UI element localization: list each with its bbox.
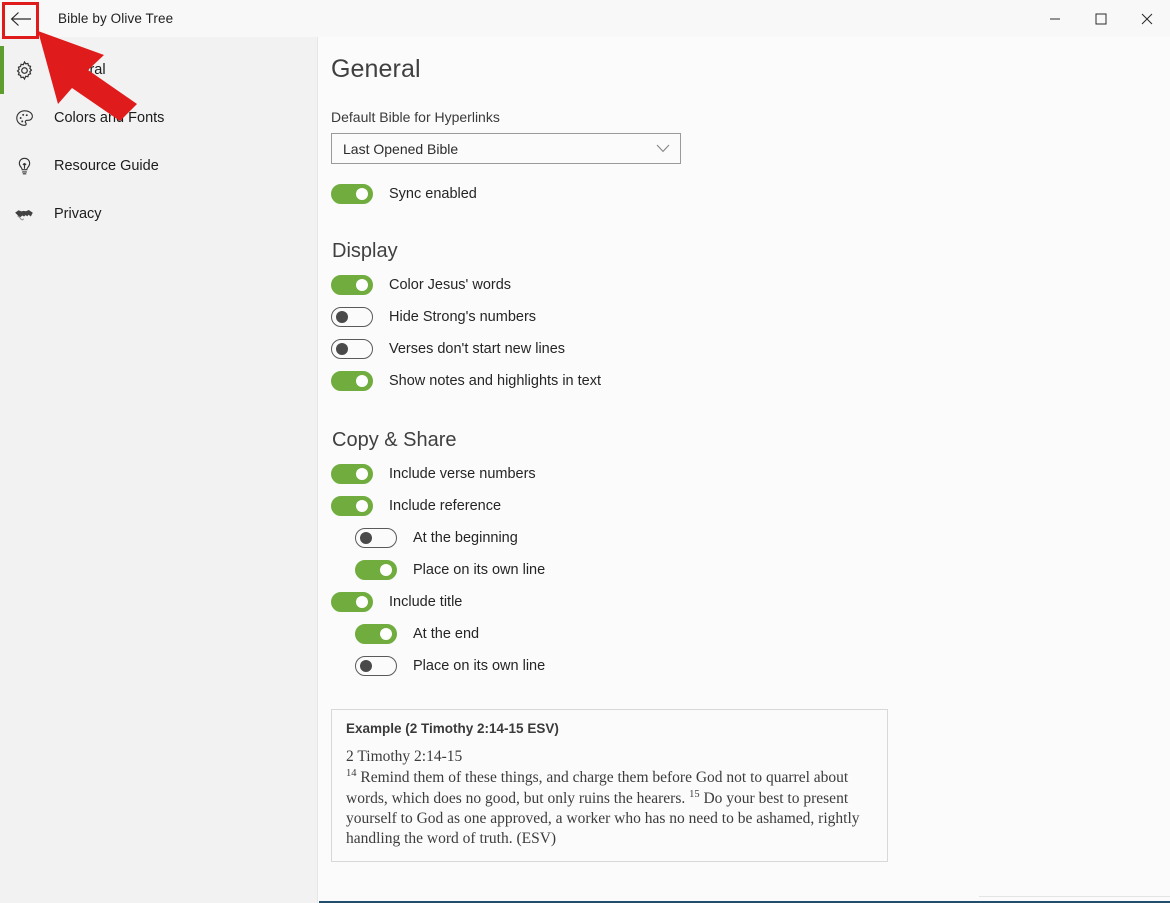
window-controls [1032, 0, 1170, 37]
toggle-row-include-title[interactable]: Include title [331, 586, 1170, 618]
reference-place-on-its-own-line-toggle[interactable] [355, 560, 397, 580]
gear-icon [8, 54, 40, 86]
toggle-row-color-jesus-words[interactable]: Color Jesus' words [331, 269, 1170, 301]
toggle-row-verses-dont-start-new-lines[interactable]: Verses don't start new lines [331, 333, 1170, 365]
sidebar-item-privacy[interactable]: Privacy [0, 190, 317, 238]
toggle-label: Place on its own line [413, 658, 546, 674]
scrollbar-thumb[interactable] [319, 896, 979, 901]
sidebar-item-label: Resource Guide [54, 158, 159, 174]
toggle-label: Show notes and highlights in text [389, 373, 601, 389]
verse-number: 14 [346, 767, 357, 779]
default-bible-select[interactable]: Last Opened Bible [331, 133, 681, 164]
selection-indicator [0, 46, 4, 94]
sidebar-item-resource-guide[interactable]: Resource Guide [0, 142, 317, 190]
chevron-down-icon [656, 144, 670, 153]
example-reference: 2 Timothy 2:14-15 [346, 748, 463, 765]
sidebar-item-label: General [54, 62, 106, 78]
title-bar: Bible by Olive Tree [0, 0, 1170, 37]
handshake-icon [8, 198, 40, 230]
toggle-row-reference-at-the-beginning[interactable]: At the beginning [331, 522, 1170, 554]
sidebar-item-label: Colors and Fonts [54, 110, 165, 126]
sidebar: General Colors and Fonts Resource Guide … [0, 37, 318, 903]
toggle-label: Color Jesus' words [389, 277, 512, 293]
toggle-label: Place on its own line [413, 562, 546, 578]
palette-icon [8, 102, 40, 134]
include-reference-toggle[interactable] [331, 496, 373, 516]
sync-enabled-toggle[interactable] [331, 184, 373, 204]
toggle-label: Include title [389, 594, 463, 610]
toggle-label: At the end [413, 626, 480, 642]
lightbulb-icon [8, 150, 40, 182]
show-notes-and-highlights-toggle[interactable] [331, 371, 373, 391]
page-title: General [331, 55, 421, 83]
toggle-row-title-at-the-end[interactable]: At the end [331, 618, 1170, 650]
sync-enabled-row[interactable]: Sync enabled [331, 178, 1170, 210]
example-verses: 14 Remind them of these things, and char… [346, 767, 873, 849]
settings-panel: General Default Bible for Hyperlinks Las… [319, 37, 1170, 903]
title-place-on-its-own-line-toggle[interactable] [355, 656, 397, 676]
sidebar-item-label: Privacy [54, 206, 102, 222]
example-preview-box: Example (2 Timothy 2:14-15 ESV) 2 Timoth… [331, 709, 888, 863]
toggle-row-reference-own-line[interactable]: Place on its own line [331, 554, 1170, 586]
include-verse-numbers-toggle[interactable] [331, 464, 373, 484]
maximize-button[interactable] [1078, 0, 1124, 37]
toggle-row-hide-strongs-numbers[interactable]: Hide Strong's numbers [331, 301, 1170, 333]
app-title: Bible by Olive Tree [58, 11, 174, 26]
toggle-row-include-reference[interactable]: Include reference [331, 490, 1170, 522]
toggle-label: At the beginning [413, 530, 518, 546]
example-heading: Example (2 Timothy 2:14-15 ESV) [346, 721, 559, 736]
section-title-display: Display [332, 240, 398, 262]
sidebar-item-general[interactable]: General [0, 46, 317, 94]
verses-dont-start-new-lines-toggle[interactable] [331, 339, 373, 359]
toggle-label: Verses don't start new lines [389, 341, 566, 357]
hide-strongs-numbers-toggle[interactable] [331, 307, 373, 327]
toggle-row-title-own-line[interactable]: Place on its own line [331, 650, 1170, 682]
title-at-the-end-toggle[interactable] [355, 624, 397, 644]
sidebar-item-colors-and-fonts[interactable]: Colors and Fonts [0, 94, 317, 142]
toggle-label: Include verse numbers [389, 466, 536, 482]
example-body: 2 Timothy 2:14-15 14 Remind them of thes… [346, 747, 873, 848]
horizontal-scrollbar[interactable] [319, 896, 1170, 903]
reference-at-the-beginning-toggle[interactable] [355, 528, 397, 548]
color-jesus-words-toggle[interactable] [331, 275, 373, 295]
toggle-label: Hide Strong's numbers [389, 309, 537, 325]
toggle-row-show-notes-and-highlights[interactable]: Show notes and highlights in text [331, 365, 1170, 397]
toggle-label: Include reference [389, 498, 502, 514]
toggle-row-include-verse-numbers[interactable]: Include verse numbers [331, 458, 1170, 490]
back-arrow-icon[interactable] [2, 1, 40, 37]
verse-number: 15 [689, 788, 700, 800]
app-window: Bible by Olive Tree General Colors and F… [0, 0, 1170, 903]
minimize-button[interactable] [1032, 0, 1078, 37]
close-button[interactable] [1124, 0, 1170, 37]
default-bible-label: Default Bible for Hyperlinks [331, 109, 500, 125]
include-title-toggle[interactable] [331, 592, 373, 612]
toggle-label: Sync enabled [389, 186, 477, 202]
default-bible-value: Last Opened Bible [343, 140, 459, 157]
section-title-copy-share: Copy & Share [332, 429, 457, 451]
